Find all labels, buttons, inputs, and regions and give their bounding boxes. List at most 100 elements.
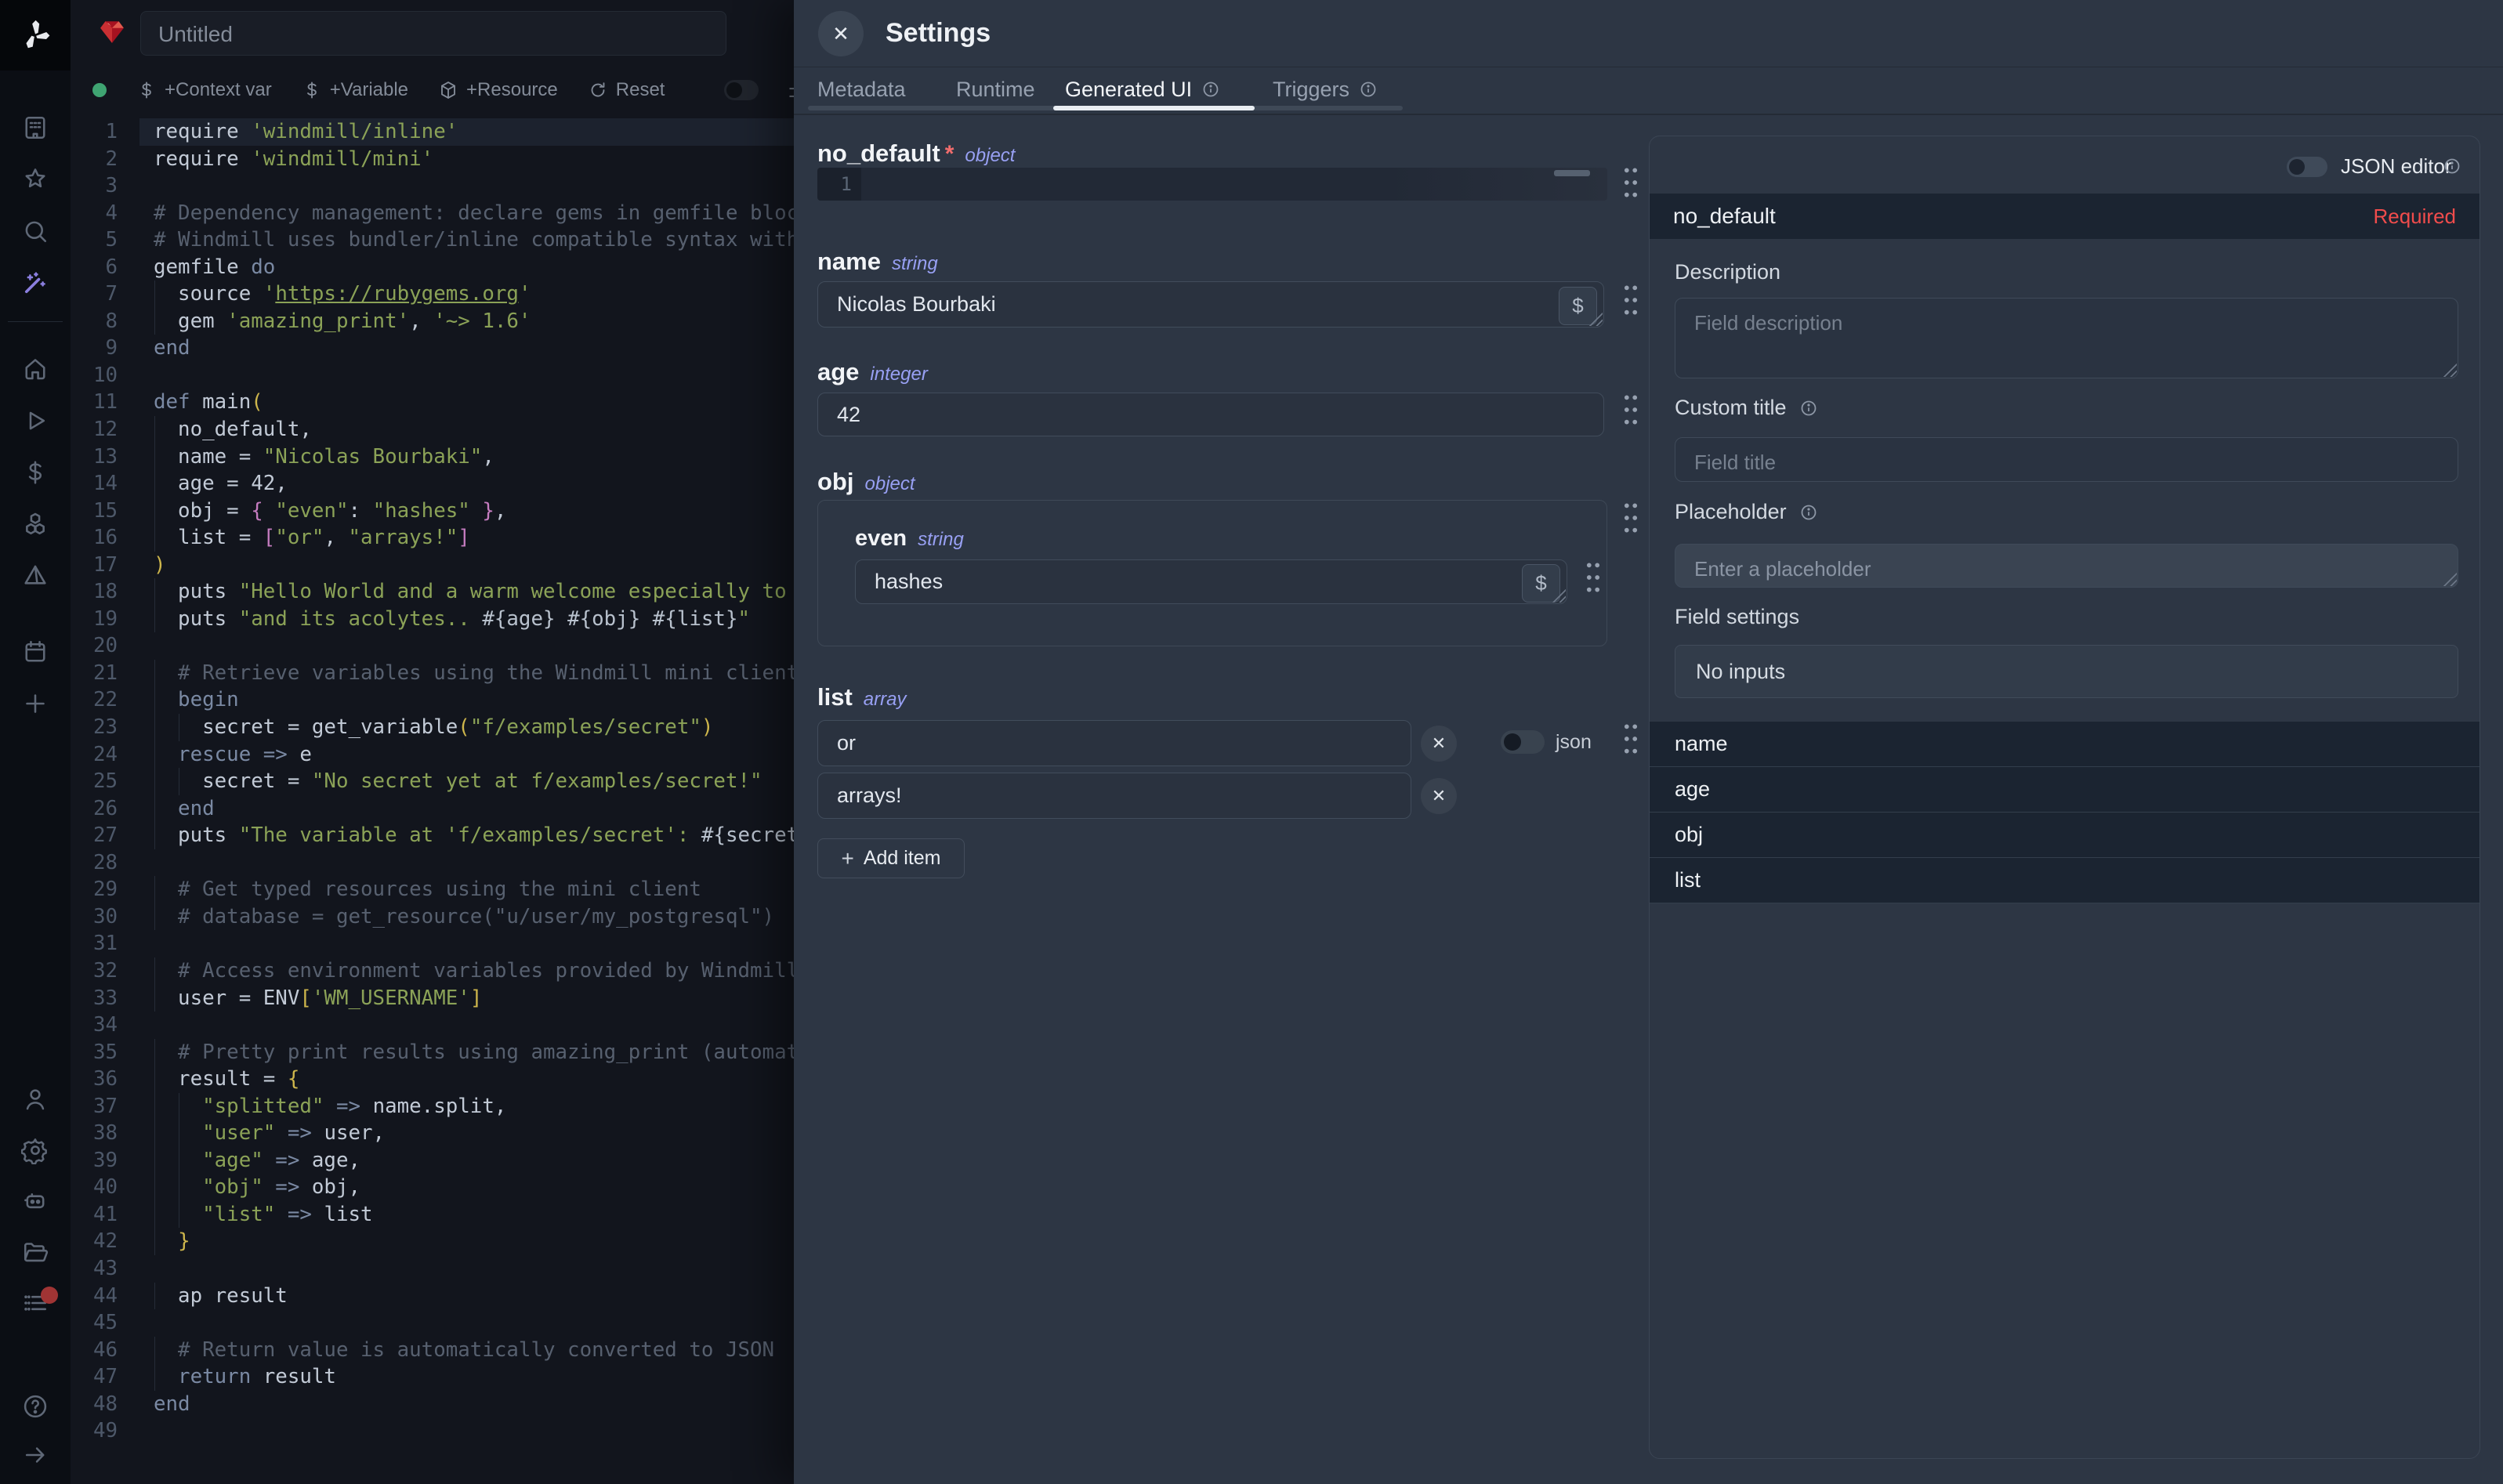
code-line[interactable]: 7 source 'https://rubygems.org' (71, 281, 794, 308)
code-line[interactable]: 11def main( (71, 389, 794, 416)
sidebar-item-play-icon[interactable] (0, 395, 71, 447)
json-editor-toggle[interactable] (2287, 157, 2327, 177)
drag-handle-icon[interactable] (1581, 557, 1606, 598)
drag-handle-icon[interactable] (1618, 389, 1643, 430)
tab-metadata[interactable]: Metadata (817, 67, 906, 112)
code-line[interactable]: 22 begin (71, 686, 794, 714)
inspector-row-list[interactable]: list (1650, 858, 2479, 903)
code-line[interactable]: 20 (71, 632, 794, 660)
code-line[interactable]: 25 secret = "No secret yet at f/examples… (71, 768, 794, 795)
code-line[interactable]: 9end (71, 335, 794, 362)
code-line[interactable]: 31 (71, 930, 794, 957)
add-item-button[interactable]: + Add item (817, 838, 965, 878)
code-line[interactable]: 48end (71, 1391, 794, 1418)
list-item-input[interactable]: arrays! (817, 773, 1411, 819)
selected-field-row[interactable]: no_default Required (1650, 194, 2479, 239)
resize-grip[interactable] (2441, 361, 2457, 377)
sidebar-item-home-icon[interactable] (0, 343, 71, 395)
code-line[interactable]: 15 obj = { "even": "hashes" }, (71, 498, 794, 525)
code-line[interactable]: 3 (71, 172, 794, 200)
drag-handle-icon[interactable] (1618, 280, 1643, 320)
diff-toggle[interactable] (724, 80, 759, 100)
code-line[interactable]: 42 } (71, 1228, 794, 1255)
remove-item-icon[interactable]: ✕ (1421, 726, 1457, 762)
resource-button[interactable]: +Resource (438, 79, 558, 101)
code-line[interactable]: 41 "list" => list (71, 1201, 794, 1229)
code-line[interactable]: 34 (71, 1012, 794, 1039)
drag-handle-icon[interactable] (1618, 498, 1643, 538)
sidebar-item-list-icon[interactable] (0, 1277, 71, 1329)
code-line[interactable]: 44 ap result (71, 1283, 794, 1310)
code-line[interactable]: 1require 'windmill/inline' (71, 118, 794, 146)
variable-button[interactable]: +Variable (302, 79, 408, 101)
code-line[interactable]: 21 # Retrieve variables using the Windmi… (71, 660, 794, 687)
drag-handle-icon[interactable] (1618, 162, 1643, 203)
code-line[interactable]: 8 gem 'amazing_print', '~> 1.6' (71, 308, 794, 335)
script-title-input[interactable]: Untitled (140, 11, 726, 56)
code-line[interactable]: 32 # Access environment variables provid… (71, 957, 794, 985)
sidebar-item-apps-icon[interactable] (0, 102, 71, 154)
code-line[interactable]: 19 puts "and its acolytes.. #{age} #{obj… (71, 606, 794, 633)
code-line[interactable]: 2require 'windmill/mini' (71, 146, 794, 173)
code-line[interactable]: 33 user = ENV['WM_USERNAME'] (71, 985, 794, 1012)
custom-title-input[interactable]: Field title (1675, 437, 2458, 482)
sidebar-item-search-icon[interactable] (0, 205, 71, 257)
sidebar-item-help-icon[interactable] (0, 1381, 71, 1432)
code-line[interactable]: 29 # Get typed resources using the mini … (71, 876, 794, 903)
dollar-variable-button[interactable]: $ (1559, 287, 1597, 325)
code-line[interactable]: 24 rescue => e (71, 741, 794, 769)
code-line[interactable]: 5# Windmill uses bundler/inline compatib… (71, 226, 794, 254)
code-line[interactable]: 14 age = 42, (71, 470, 794, 498)
list-item-input[interactable]: or (817, 720, 1411, 766)
code-line[interactable]: 6gemfile do (71, 254, 794, 281)
code-line[interactable]: 46 # Return value is automatically conve… (71, 1337, 794, 1364)
age-input[interactable]: 42 (817, 393, 1604, 436)
sidebar-item-star-icon[interactable] (0, 154, 71, 205)
remove-item-icon[interactable]: ✕ (1421, 778, 1457, 814)
resize-grip[interactable] (2441, 570, 2457, 586)
sidebar-item-folder-icon[interactable] (0, 1226, 71, 1278)
info-icon[interactable] (1799, 399, 1818, 418)
code-editor[interactable]: 1require 'windmill/inline'2require 'wind… (71, 114, 794, 1484)
code-line[interactable]: 30 # database = get_resource("u/user/my_… (71, 903, 794, 931)
code-line[interactable]: 13 name = "Nicolas Bourbaki", (71, 443, 794, 471)
code-line[interactable]: 47 return result (71, 1363, 794, 1391)
info-icon[interactable] (1359, 80, 1378, 99)
code-line[interactable]: 18 puts "Hello World and a warm welcome … (71, 578, 794, 606)
code-line[interactable]: 27 puts "The variable at 'f/examples/sec… (71, 822, 794, 849)
code-line[interactable]: 35 # Pretty print results using amazing_… (71, 1039, 794, 1066)
sidebar-item-robot-icon[interactable] (0, 1175, 71, 1227)
code-line[interactable]: 12 no_default, (71, 416, 794, 443)
tab-triggers[interactable]: Triggers (1273, 67, 1378, 112)
inspector-row-obj[interactable]: obj (1650, 813, 2479, 858)
sidebar-item-dollar-icon[interactable] (0, 447, 71, 498)
code-line[interactable]: 16 list = ["or", "arrays!"] (71, 524, 794, 552)
sidebar-item-arrow-right-icon[interactable] (0, 1429, 71, 1481)
placeholder-input[interactable]: Enter a placeholder (1675, 544, 2458, 588)
sidebar-item-gear-icon[interactable] (0, 1124, 71, 1176)
code-line[interactable]: 38 "user" => user, (71, 1120, 794, 1147)
info-icon[interactable] (1201, 80, 1220, 99)
even-input[interactable]: hashes $ (855, 559, 1567, 604)
tab-generated-ui[interactable]: Generated UI (1065, 67, 1220, 112)
code-line[interactable]: 40 "obj" => obj, (71, 1174, 794, 1201)
code-line[interactable]: 4# Dependency management: declare gems i… (71, 200, 794, 227)
json-editor-scrollbar[interactable] (1554, 170, 1590, 176)
sidebar-item-magic-wand-icon[interactable] (0, 257, 71, 309)
code-line[interactable]: 37 "splitted" => name.split, (71, 1093, 794, 1120)
code-line[interactable]: 49 (71, 1417, 794, 1445)
code-line[interactable]: 36 result = { (71, 1066, 794, 1093)
json-mode-toggle[interactable] (1501, 730, 1545, 754)
info-icon[interactable] (1799, 503, 1818, 522)
no-default-json-input[interactable]: 1 (817, 168, 1607, 201)
sidebar-item-user-icon[interactable] (0, 1073, 71, 1125)
inspector-row-age[interactable]: age (1650, 767, 2479, 813)
sidebar-item-calendar-icon[interactable] (0, 626, 71, 678)
drag-handle-icon[interactable] (1618, 718, 1643, 759)
code-line[interactable]: 28 (71, 849, 794, 877)
inspector-row-name[interactable]: name (1650, 722, 2479, 767)
sidebar-item-pyramid-icon[interactable] (0, 550, 71, 602)
code-line[interactable]: 43 (71, 1255, 794, 1283)
code-line[interactable]: 26 end (71, 795, 794, 823)
code-line[interactable]: 23 secret = get_variable("f/examples/sec… (71, 714, 794, 741)
